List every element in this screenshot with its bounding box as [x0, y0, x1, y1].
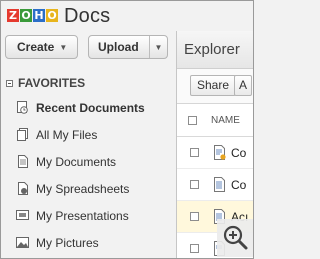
zoom-button[interactable]	[217, 219, 253, 257]
upload-dropdown-button[interactable]: ▼	[149, 36, 167, 58]
file-name: Co	[231, 145, 247, 160]
picture-icon	[16, 236, 29, 249]
logo-letter-o: O	[20, 9, 32, 22]
name-column-header[interactable]: NAME	[211, 115, 240, 126]
column-header: NAME	[177, 104, 253, 137]
logo-letter-z: Z	[7, 9, 19, 22]
sidebar-item-my-presentations[interactable]: My Presentations	[16, 202, 145, 229]
sidebar-item-label: Recent Documents	[36, 100, 145, 115]
row-checkbox[interactable]	[190, 244, 199, 253]
toolbar-button[interactable]: A	[234, 75, 253, 96]
spreadsheet-icon	[16, 182, 29, 195]
sidebar-item-label: My Documents	[36, 154, 117, 169]
document-icon	[16, 155, 29, 168]
logo-letter-h: H	[33, 9, 45, 22]
recent-documents-icon	[16, 101, 29, 114]
zoom-in-icon	[223, 225, 248, 250]
sidebar-item-my-documents[interactable]: My Documents	[16, 148, 145, 175]
row-checkbox[interactable]	[190, 148, 199, 157]
file-name: Co	[231, 177, 247, 192]
sidebar-item-label: My Presentations	[36, 208, 129, 223]
sidebar-item-my-spreadsheets[interactable]: My Spreadsheets	[16, 175, 145, 202]
zoho-logo[interactable]: Z O H O	[7, 9, 58, 22]
sidebar-item-my-pictures[interactable]: My Pictures	[16, 229, 145, 256]
sidebar-item-recent-documents[interactable]: Recent Documents	[16, 94, 145, 121]
document-icon	[212, 177, 227, 192]
document-icon	[212, 145, 227, 160]
table-row[interactable]: Co	[177, 169, 253, 201]
row-checkbox[interactable]	[190, 212, 199, 221]
sidebar-item-label: My Spreadsheets	[36, 181, 130, 196]
logo-letter-o2: O	[46, 9, 58, 22]
favorites-list: Recent Documents All My Files My Documen…	[16, 94, 145, 256]
explorer-title: Explorer	[177, 31, 253, 69]
presentation-icon	[16, 209, 29, 222]
create-label: Create	[17, 40, 55, 54]
chevron-down-icon: ▼	[59, 42, 68, 52]
app-title: Docs	[64, 5, 111, 27]
sidebar-item-label: All My Files	[36, 127, 98, 142]
sidebar-item-label: My Pictures	[36, 235, 99, 250]
upload-button[interactable]: Upload ▼	[88, 35, 168, 59]
create-button[interactable]: Create ▼	[5, 35, 78, 59]
table-row[interactable]: Co	[177, 137, 253, 169]
favorites-header[interactable]: FAVORITES	[6, 76, 85, 90]
all-files-icon	[16, 128, 29, 141]
sidebar-item-all-my-files[interactable]: All My Files	[16, 121, 145, 148]
app-window: Z O H O Docs Create ▼ Upload ▼ FAVORITES…	[0, 0, 254, 259]
favorites-label: FAVORITES	[18, 76, 86, 90]
share-button[interactable]: Share	[190, 75, 237, 96]
select-all-checkbox[interactable]	[188, 115, 197, 125]
collapse-icon[interactable]	[6, 79, 13, 87]
explorer-toolbar: Share A	[177, 69, 253, 104]
upload-label: Upload	[98, 40, 139, 54]
chevron-down-icon: ▼	[154, 42, 163, 52]
row-checkbox[interactable]	[190, 180, 199, 189]
